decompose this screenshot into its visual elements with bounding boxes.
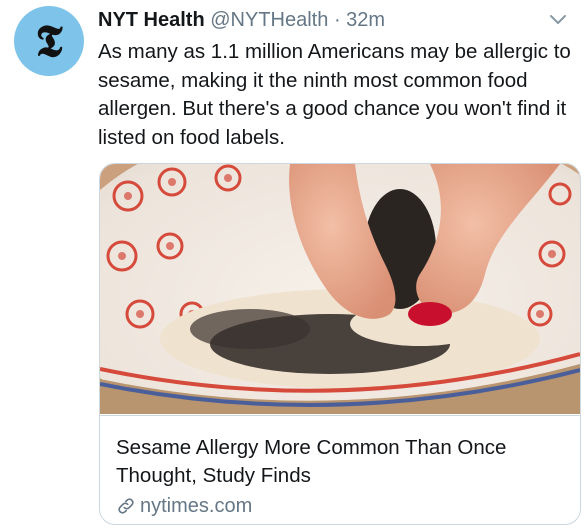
- user-handle[interactable]: @NYTHealth: [210, 9, 328, 31]
- chevron-down-icon[interactable]: [548, 10, 568, 30]
- tweet-header: NYT Health @NYTHealth · 32m: [98, 7, 544, 33]
- nyt-logo-icon: 𝕿: [35, 16, 63, 67]
- link-card[interactable]: Sesame Allergy More Common Than Once Tho…: [99, 163, 581, 525]
- card-domain-text: nytimes.com: [140, 495, 253, 517]
- avatar[interactable]: 𝕿: [14, 6, 84, 76]
- link-icon: [118, 498, 134, 514]
- card-title[interactable]: Sesame Allergy More Common Than Once Tho…: [116, 434, 566, 490]
- separator-dot: ·: [333, 9, 341, 31]
- tweet-text: As many as 1.1 million Americans may be …: [98, 40, 571, 149]
- card-image[interactable]: [100, 164, 580, 414]
- card-body[interactable]: Sesame Allergy More Common Than Once Tho…: [100, 415, 580, 524]
- timestamp[interactable]: 32m: [346, 9, 385, 31]
- display-name[interactable]: NYT Health: [98, 9, 205, 31]
- card-domain[interactable]: nytimes.com: [116, 494, 252, 518]
